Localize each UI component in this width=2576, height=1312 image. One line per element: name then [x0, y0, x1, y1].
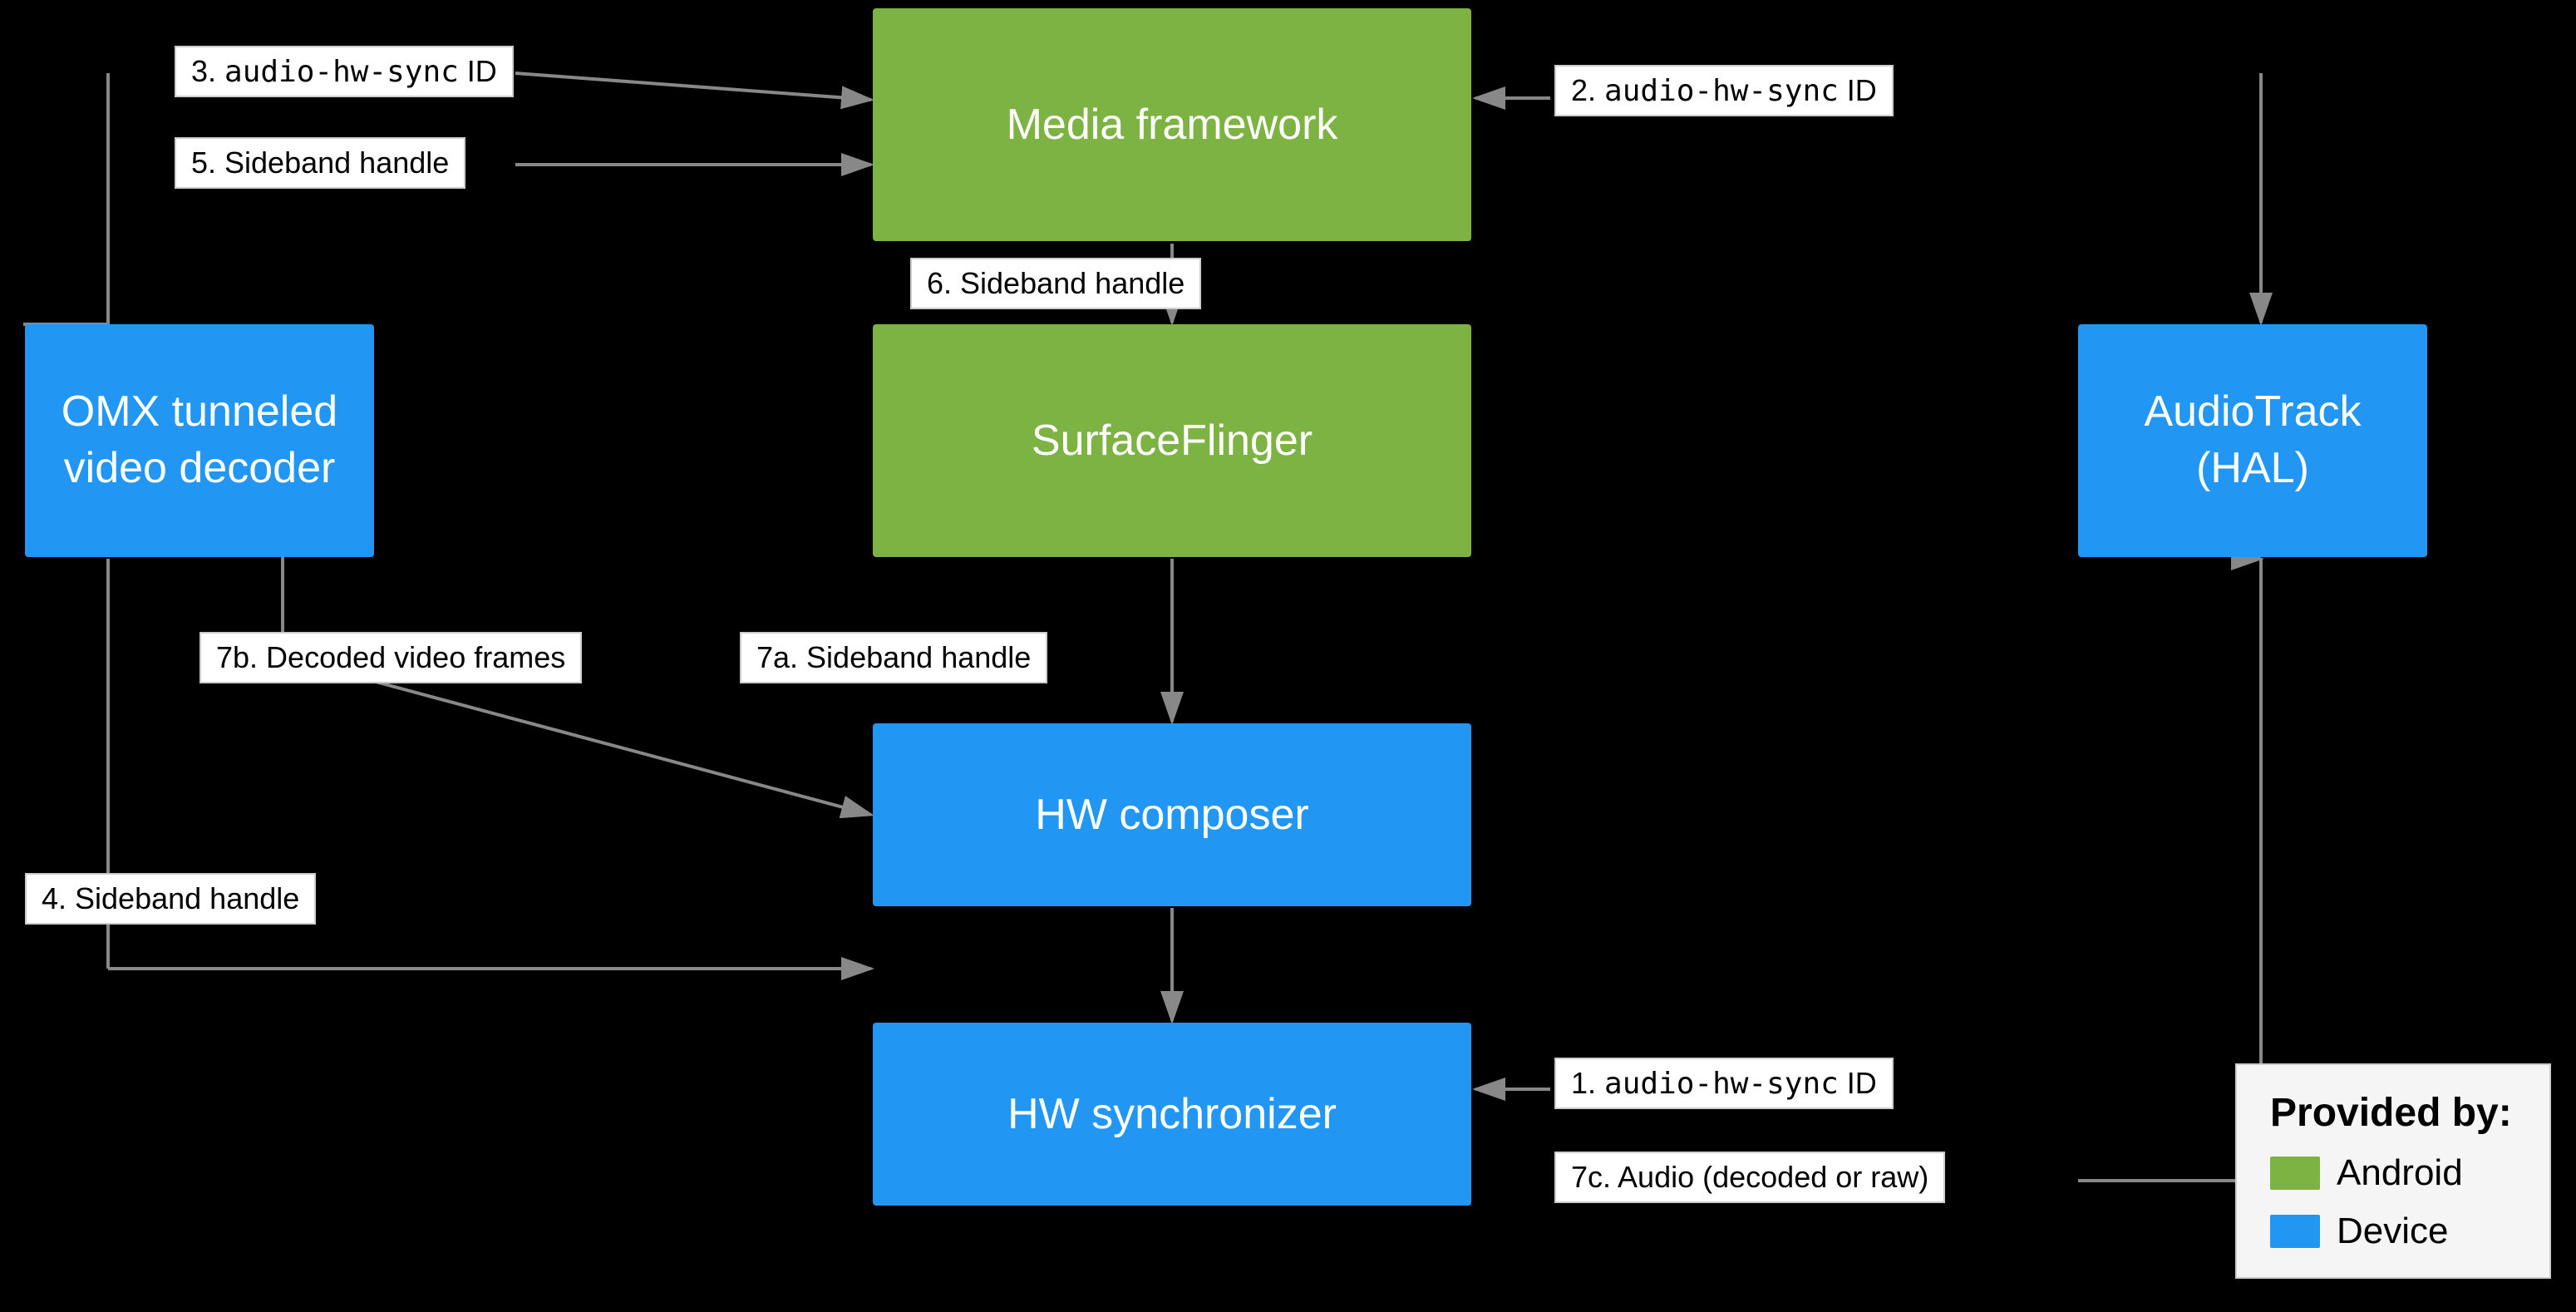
media-framework-label: Media framework — [1007, 100, 1338, 150]
label-7a-sideband: 7a. Sideband handle — [740, 632, 1047, 683]
diagram-container: Media framework SurfaceFlinger OMX tunne… — [0, 0, 2576, 1312]
legend-color-device — [2270, 1215, 2320, 1248]
label-6-sideband: 6. Sideband handle — [910, 258, 1201, 309]
label-7c-audio: 7c. Audio (decoded or raw) — [1554, 1152, 1945, 1203]
hw-synchronizer-label: HW synchronizer — [1007, 1089, 1337, 1139]
label-5-sideband: 5. Sideband handle — [175, 137, 465, 189]
label-4-sideband: 4. Sideband handle — [25, 873, 316, 925]
omx-label: OMX tunneledvideo decoder — [62, 384, 337, 496]
omx-box: OMX tunneledvideo decoder — [25, 324, 374, 557]
media-framework-box: Media framework — [873, 8, 1471, 241]
hw-composer-label: HW composer — [1035, 790, 1308, 840]
legend-color-android — [2270, 1157, 2320, 1190]
label-2-audio-hw-sync: 2. audio-hw-sync ID — [1554, 65, 1894, 116]
hw-composer-box: HW composer — [873, 723, 1471, 906]
legend: Provided by: Android Device — [2235, 1063, 2551, 1279]
legend-title: Provided by: — [2270, 1090, 2516, 1136]
legend-label-android: Android — [2337, 1152, 2463, 1194]
audiotrack-box: AudioTrack(HAL) — [2078, 324, 2427, 557]
surface-flinger-label: SurfaceFlinger — [1032, 416, 1313, 466]
label-1-audio-hw-sync: 1. audio-hw-sync ID — [1554, 1058, 1894, 1109]
legend-item-android: Android — [2270, 1152, 2516, 1194]
legend-item-device: Device — [2270, 1211, 2516, 1252]
surface-flinger-box: SurfaceFlinger — [873, 324, 1471, 557]
label-3-audio-hw-sync: 3. audio-hw-sync ID — [175, 46, 514, 97]
hw-synchronizer-box: HW synchronizer — [873, 1023, 1471, 1206]
label-7b-decoded: 7b. Decoded video frames — [199, 632, 582, 683]
legend-label-device: Device — [2337, 1211, 2449, 1252]
audiotrack-label: AudioTrack(HAL) — [2144, 384, 2361, 496]
